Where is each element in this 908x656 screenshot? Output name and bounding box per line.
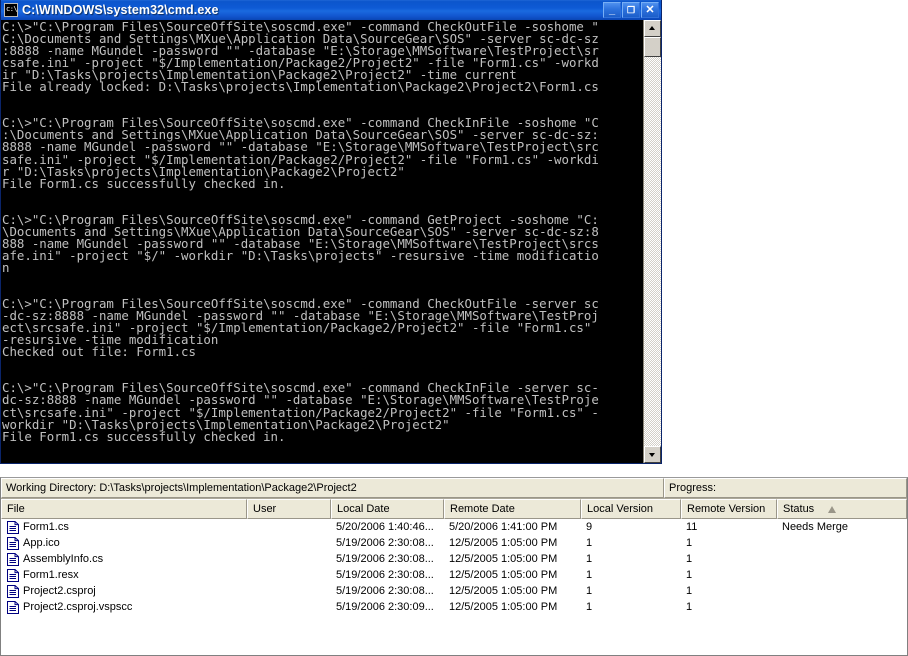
column-header-label: Local Date bbox=[337, 503, 390, 515]
close-icon: ✕ bbox=[645, 4, 655, 16]
document-icon bbox=[7, 520, 19, 534]
table-row[interactable]: Project2.csproj.vspscc 5/19/2006 2:30:09.… bbox=[1, 599, 907, 615]
cell-status bbox=[777, 599, 907, 615]
cell-local-date: 5/19/2006 2:30:08... bbox=[336, 585, 434, 597]
cell-local-version: 1 bbox=[586, 553, 593, 565]
cell-remote-date: 12/5/2005 1:05:00 PM bbox=[449, 537, 558, 549]
cell-file: Form1.cs bbox=[1, 519, 247, 535]
cell-status bbox=[777, 583, 907, 599]
cell-remote-date: 5/20/2006 1:41:00 PM bbox=[449, 521, 558, 533]
cell-user bbox=[247, 551, 331, 567]
file-name-label: Form1.resx bbox=[23, 569, 79, 581]
console-vertical-scrollbar[interactable] bbox=[643, 20, 661, 463]
cell-user bbox=[247, 583, 331, 599]
cell-user bbox=[247, 535, 331, 551]
cell-user bbox=[247, 567, 331, 583]
cell-status bbox=[777, 551, 907, 567]
cell-local-version: 1 bbox=[586, 585, 593, 597]
cell-remote-version: 1 bbox=[686, 553, 693, 565]
cell-remote-date: 12/5/2005 1:05:00 PM bbox=[449, 585, 558, 597]
cell-local-date: 5/19/2006 2:30:08... bbox=[336, 553, 434, 565]
file-name-label: Project2.csproj.vspscc bbox=[23, 601, 133, 613]
column-header-remote-version[interactable]: Remote Version bbox=[681, 499, 777, 519]
table-row[interactable]: App.ico 5/19/2006 2:30:08... 12/5/2005 1:0… bbox=[1, 535, 907, 551]
file-name-label: AssemblyInfo.cs bbox=[23, 553, 104, 565]
progress-label: Progress: bbox=[664, 478, 907, 498]
file-list-panel: Working Directory: D:\Tasks\projects\Imp… bbox=[0, 477, 908, 656]
table-row[interactable]: AssemblyInfo.cs 5/19/2006 2:30:08... 12/5/… bbox=[1, 551, 907, 567]
cell-remote-version: 11 bbox=[686, 521, 698, 533]
document-icon bbox=[7, 568, 19, 582]
cell-user bbox=[247, 519, 331, 535]
column-header-local-date[interactable]: Local Date bbox=[331, 499, 444, 519]
cell-file: Form1.resx bbox=[1, 567, 247, 583]
column-header-label: Remote Date bbox=[450, 503, 515, 515]
file-name-label: App.ico bbox=[23, 537, 60, 549]
cell-remote-version: 1 bbox=[686, 601, 693, 613]
table-row[interactable]: Form1.resx 5/19/2006 2:30:08... 12/5/2005 … bbox=[1, 567, 907, 583]
cell-file: App.ico bbox=[1, 535, 247, 551]
document-icon bbox=[7, 552, 19, 566]
column-header-label: Remote Version bbox=[687, 503, 766, 515]
file-name-label: Form1.cs bbox=[23, 521, 69, 533]
cell-local-version: 1 bbox=[586, 537, 593, 549]
minimize-icon: _ bbox=[608, 4, 616, 16]
minimize-button[interactable]: _ bbox=[603, 2, 621, 18]
column-header-label: Local Version bbox=[587, 503, 654, 515]
sort-ascending-icon bbox=[828, 505, 837, 513]
column-header-label: File bbox=[7, 503, 25, 515]
scroll-down-arrow-icon[interactable] bbox=[644, 446, 661, 463]
cell-local-date: 5/19/2006 2:30:08... bbox=[336, 537, 434, 549]
cell-local-version: 1 bbox=[586, 569, 593, 581]
status-strip: Working Directory: D:\Tasks\projects\Imp… bbox=[1, 478, 907, 499]
cmd-console-icon bbox=[4, 3, 18, 17]
scroll-up-arrow-icon[interactable] bbox=[644, 20, 661, 37]
cell-file: AssemblyInfo.cs bbox=[1, 551, 247, 567]
close-button[interactable]: ✕ bbox=[641, 2, 659, 18]
column-header-status[interactable]: Status bbox=[777, 499, 907, 519]
column-header-user[interactable]: User bbox=[247, 499, 331, 519]
cell-local-version: 9 bbox=[586, 521, 593, 533]
console-output-text: C:\>"C:\Program Files\SourceOffSite\sosc… bbox=[2, 20, 599, 444]
restore-button[interactable]: ❐ bbox=[622, 2, 640, 18]
column-header-label: User bbox=[253, 503, 277, 515]
document-icon bbox=[7, 600, 19, 614]
column-header-local-version[interactable]: Local Version bbox=[581, 499, 681, 519]
column-header-label: Status bbox=[783, 503, 815, 515]
cell-file: Project2.csproj bbox=[1, 583, 247, 599]
cell-local-version: 1 bbox=[586, 601, 593, 613]
cell-local-date: 5/19/2006 2:30:08... bbox=[336, 569, 434, 581]
document-icon bbox=[7, 584, 19, 598]
console-body[interactable]: C:\>"C:\Program Files\SourceOffSite\sosc… bbox=[1, 20, 661, 463]
cell-status bbox=[777, 567, 907, 583]
document-icon bbox=[7, 536, 19, 550]
column-header-remote-date[interactable]: Remote Date bbox=[444, 499, 581, 519]
file-table-header: File User Local Date Remote Date Local Versi… bbox=[1, 499, 907, 519]
cell-status bbox=[777, 535, 907, 551]
scrollbar-thumb[interactable] bbox=[644, 37, 661, 57]
cell-remote-date: 12/5/2005 1:05:00 PM bbox=[449, 569, 558, 581]
cell-remote-version: 1 bbox=[686, 585, 693, 597]
cmd-console-window: C:\WINDOWS\system32\cmd.exe _ ❐ ✕ C:\>"C… bbox=[0, 0, 662, 464]
cell-status: Needs Merge bbox=[782, 521, 849, 533]
cell-remote-version: 1 bbox=[686, 537, 693, 549]
file-name-label: Project2.csproj bbox=[23, 585, 96, 597]
restore-icon: ❐ bbox=[626, 5, 636, 15]
cell-local-date: 5/19/2006 2:30:09... bbox=[336, 601, 434, 613]
window-titlebar[interactable]: C:\WINDOWS\system32\cmd.exe _ ❐ ✕ bbox=[1, 0, 661, 20]
window-title: C:\WINDOWS\system32\cmd.exe bbox=[22, 3, 219, 17]
cell-file: Project2.csproj.vspscc bbox=[1, 599, 247, 615]
cell-remote-version: 1 bbox=[686, 569, 693, 581]
cell-local-date: 5/20/2006 1:40:46... bbox=[336, 521, 434, 533]
file-table-body[interactable]: Form1.cs 5/20/2006 1:40:46... 5/20/2006 1:… bbox=[1, 519, 907, 655]
cell-remote-date: 12/5/2005 1:05:00 PM bbox=[449, 601, 558, 613]
cell-remote-date: 12/5/2005 1:05:00 PM bbox=[449, 553, 558, 565]
cell-user bbox=[247, 599, 331, 615]
table-row[interactable]: Project2.csproj 5/19/2006 2:30:08... 12/5/… bbox=[1, 583, 907, 599]
table-row[interactable]: Form1.cs 5/20/2006 1:40:46... 5/20/2006 1:… bbox=[1, 519, 907, 535]
column-header-file[interactable]: File bbox=[1, 499, 247, 519]
working-directory-label: Working Directory: D:\Tasks\projects\Imp… bbox=[1, 478, 664, 498]
